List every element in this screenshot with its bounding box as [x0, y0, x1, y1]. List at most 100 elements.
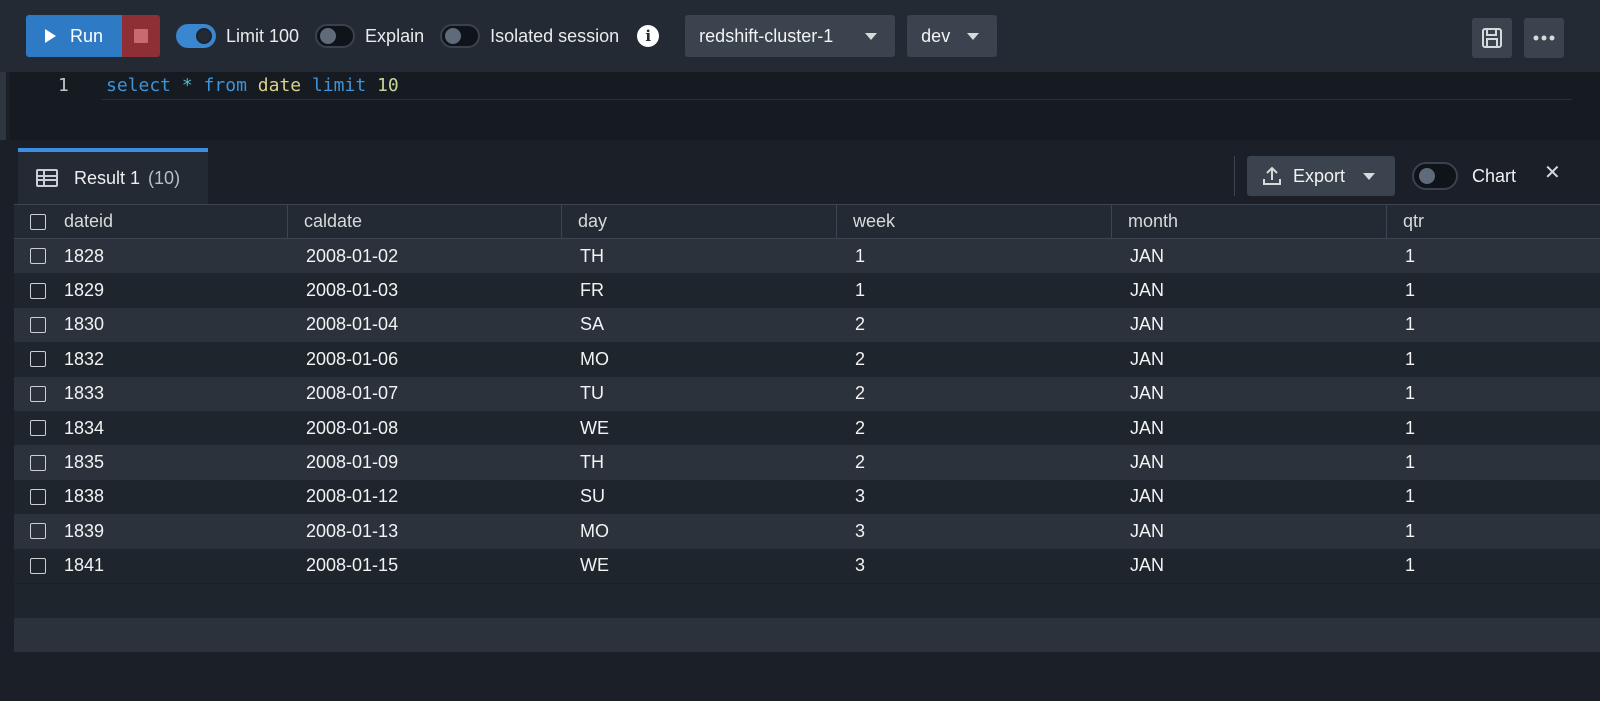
cell-value: 1833 [64, 383, 105, 404]
chevron-down-icon [1363, 172, 1376, 180]
toggle-knob [1419, 168, 1435, 184]
empty-row [14, 584, 1600, 618]
cell-value: 2 [855, 348, 866, 369]
cell-value: 1829 [64, 280, 105, 301]
table-cell-caldate: 2008-01-08 [288, 411, 562, 445]
result-tab-count: (10) [148, 167, 181, 188]
row-checkbox[interactable] [30, 385, 46, 402]
run-button[interactable]: Run [26, 15, 122, 57]
run-controls: Run [26, 15, 160, 57]
table-row[interactable]: 1839 2008-01-13 MO 3 JAN 1 [14, 514, 1600, 549]
table-row[interactable]: 1830 2008-01-04 SA 2 JAN 1 [14, 307, 1600, 343]
cell-value: 1 [855, 245, 866, 266]
row-checkbox[interactable] [30, 351, 46, 368]
close-icon[interactable]: ✕ [1544, 160, 1561, 185]
row-checkbox[interactable] [30, 557, 46, 574]
column-header-caldate[interactable]: caldate [288, 205, 562, 238]
cell-value: 1839 [64, 520, 105, 541]
table-cell-caldate: 2008-01-04 [288, 308, 562, 342]
table-cell-dateid: 1832 [14, 342, 288, 376]
cell-value: TH [580, 245, 604, 266]
chart-label: Chart [1472, 165, 1517, 186]
column-header-qtr[interactable]: qtr [1387, 205, 1600, 238]
explain-label: Explain [365, 25, 425, 46]
table-cell-day: SU [562, 480, 837, 514]
table-row[interactable]: 1833 2008-01-07 TU 2 JAN 1 [14, 376, 1600, 411]
column-header-day[interactable]: day [562, 205, 837, 238]
cell-value: 2008-01-15 [306, 555, 399, 576]
column-header-label: week [853, 211, 896, 231]
column-header-week[interactable]: week [837, 205, 1112, 238]
row-checkbox[interactable] [30, 523, 46, 540]
cell-value: 2008-01-03 [306, 280, 399, 301]
result-table: dateid caldate day week month qtr 1828 20… [14, 204, 1600, 583]
cell-value: WE [580, 555, 609, 576]
upload-icon [1263, 166, 1281, 185]
cell-value: 1841 [64, 555, 105, 576]
sql-code-line[interactable]: select * from date limit 10 [106, 75, 399, 96]
cell-value: 1 [1405, 520, 1416, 541]
keyword-limit: limit [311, 75, 367, 96]
table-row[interactable]: 1841 2008-01-15 WE 3 JAN 1 [14, 548, 1600, 583]
toggle-knob [320, 28, 337, 44]
cell-value: 1 [1405, 383, 1416, 404]
cell-value: 2008-01-02 [306, 245, 399, 266]
cell-value: 1 [1405, 280, 1416, 301]
limit-toggle[interactable] [176, 24, 216, 48]
row-checkbox[interactable] [30, 420, 46, 437]
limit-label: Limit 100 [226, 25, 300, 46]
explain-toggle[interactable] [315, 24, 356, 48]
table-row[interactable]: 1835 2008-01-09 TH 2 JAN 1 [14, 445, 1600, 480]
row-checkbox[interactable] [30, 282, 46, 299]
table-cell-day: SA [562, 308, 837, 342]
more-actions-button[interactable] [1524, 18, 1564, 58]
table-cell-qtr: 1 [1387, 445, 1600, 479]
cell-value: MO [580, 348, 609, 369]
select-all-checkbox[interactable] [30, 213, 46, 230]
row-checkbox[interactable] [30, 454, 46, 471]
table-row[interactable]: 1838 2008-01-12 SU 3 JAN 1 [14, 479, 1600, 515]
database-select[interactable]: dev [907, 15, 998, 57]
table-cell-caldate: 2008-01-03 [288, 273, 562, 307]
table-cell-day: WE [562, 549, 837, 583]
table-row[interactable]: 1828 2008-01-02 TH 1 JAN 1 [14, 239, 1600, 274]
database-value: dev [921, 25, 951, 46]
tab-result-1[interactable]: Result 1 (10) [18, 148, 208, 204]
cell-value: 1835 [64, 452, 105, 473]
cell-value: JAN [1130, 383, 1165, 404]
table-cell-caldate: 2008-01-13 [288, 514, 562, 548]
chart-toggle[interactable] [1412, 162, 1458, 190]
stop-button[interactable] [122, 15, 160, 57]
row-checkbox[interactable] [30, 316, 46, 333]
cluster-select[interactable]: redshift-cluster-1 [685, 15, 896, 57]
column-header-dateid[interactable]: dateid [14, 205, 288, 238]
cell-value: 1 [855, 280, 866, 301]
table-row[interactable]: 1834 2008-01-08 WE 2 JAN 1 [14, 410, 1600, 446]
table-cell-dateid: 1828 [14, 239, 288, 273]
info-icon[interactable]: i [637, 25, 660, 47]
keyword-from: from [203, 75, 247, 96]
cell-value: 1832 [64, 348, 105, 369]
export-label: Export [1293, 165, 1346, 186]
export-button[interactable]: Export [1247, 156, 1395, 196]
row-checkbox[interactable] [30, 488, 46, 505]
cell-value: 1 [1405, 245, 1416, 266]
column-header-month[interactable]: month [1112, 205, 1387, 238]
table-row[interactable]: 1832 2008-01-06 MO 2 JAN 1 [14, 342, 1600, 377]
table-cell-week: 2 [837, 342, 1112, 376]
isolated-session-toggle[interactable] [440, 24, 481, 48]
column-header-label: dateid [64, 211, 114, 231]
sql-editor[interactable]: 1 select * from date limit 10 [10, 72, 1600, 140]
table-cell-month: JAN [1112, 239, 1387, 273]
stop-icon [134, 29, 148, 43]
save-button[interactable] [1472, 18, 1512, 58]
table-cell-day: WE [562, 411, 837, 445]
cell-value: TU [580, 383, 604, 404]
cell-value: 1830 [64, 314, 105, 335]
table-cell-day: MO [562, 514, 837, 548]
table-row[interactable]: 1829 2008-01-03 FR 1 JAN 1 [14, 273, 1600, 308]
column-header-label: caldate [304, 211, 363, 231]
isolated-session-toggle-group: Isolated session [440, 24, 619, 48]
cell-value: 2 [855, 417, 866, 438]
row-checkbox[interactable] [30, 248, 46, 265]
